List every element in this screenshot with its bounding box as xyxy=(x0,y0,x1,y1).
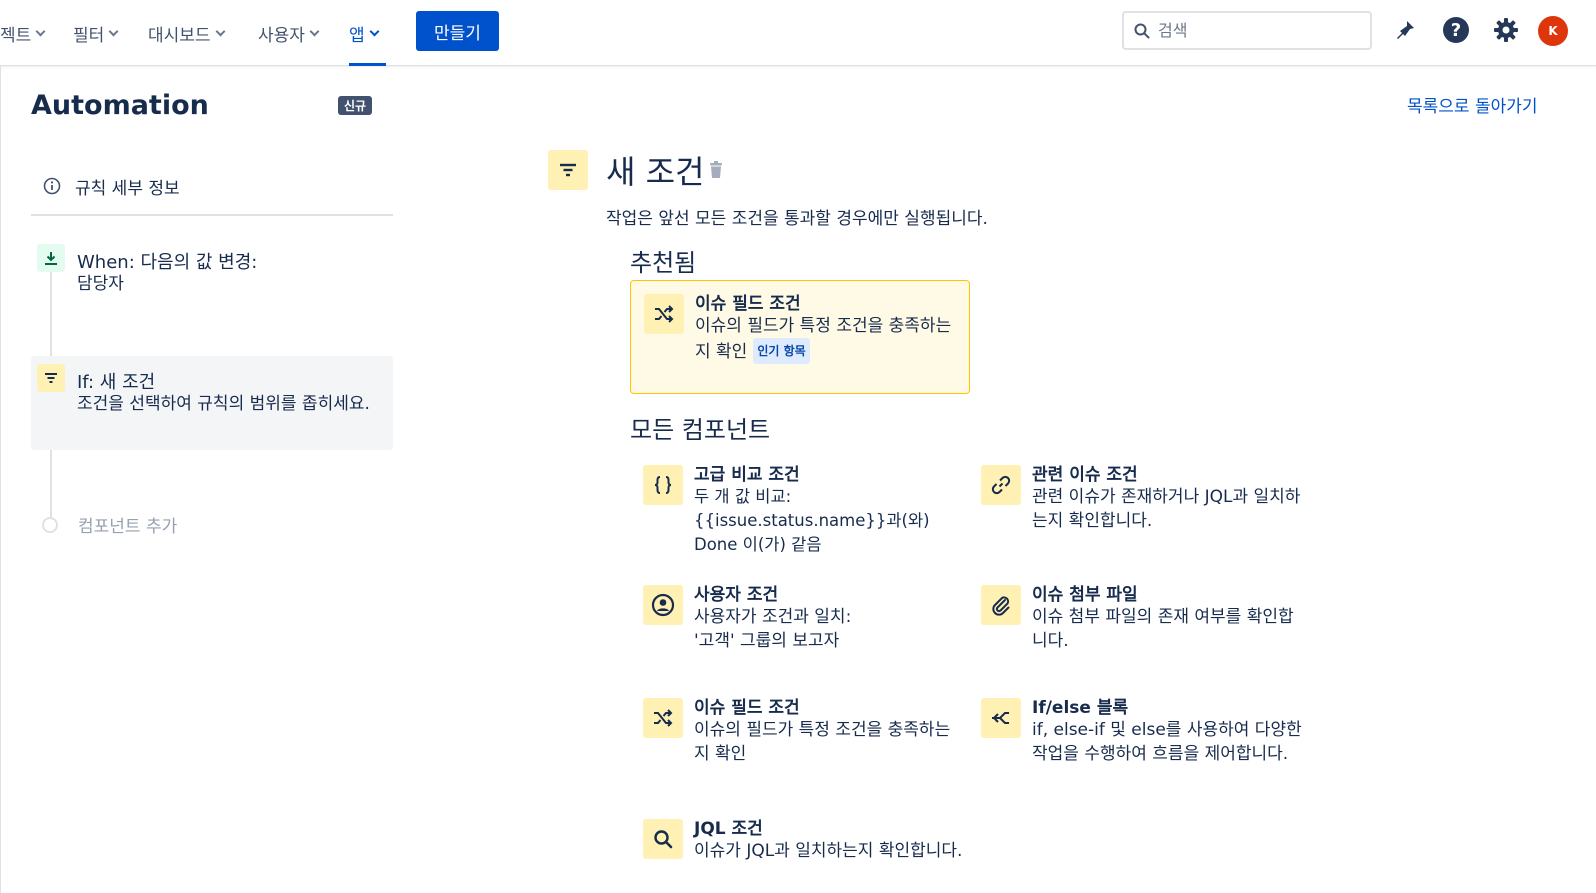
search-icon xyxy=(643,819,683,859)
card-title: 이슈 첨부 파일 xyxy=(1032,585,1138,605)
avatar[interactable]: K xyxy=(1538,16,1568,46)
card-title: 이슈 필드 조건 xyxy=(694,698,800,718)
back-to-list-link[interactable]: 목록으로 돌아가기 xyxy=(1407,92,1538,117)
rule-details-label: 규칙 세부 정보 xyxy=(75,178,180,199)
trigger-step[interactable]: When: 다음의 값 변경: 담당자 xyxy=(31,236,393,326)
nav-apps-label: 앱 xyxy=(349,25,365,46)
nav-apps[interactable]: 앱 xyxy=(349,0,386,66)
info-icon xyxy=(43,177,61,195)
nav-projects-label: 젝트 xyxy=(0,25,32,46)
search-icon xyxy=(1134,23,1150,38)
condition-description: 작업은 앞선 모든 조건을 통과할 경우에만 실행됩니다. xyxy=(606,209,988,229)
trigger-step-sub: 담당자 xyxy=(77,274,124,294)
component-if-else-block[interactable]: If/else 블록 if, else-if 및 else를 사용하여 다양한 … xyxy=(968,685,1308,790)
all-components-heading: 모든 컴포넌트 xyxy=(630,416,771,444)
shuffle-icon xyxy=(644,294,684,334)
component-issue-field-condition[interactable]: 이슈 필드 조건 이슈의 필드가 특정 조건을 충족하는지 확인 xyxy=(630,685,970,765)
top-navigation: 젝트 필터 대시보드 사용자 앱 만들기 ? K xyxy=(0,0,1596,66)
svg-text:?: ? xyxy=(1451,20,1461,41)
chevron-down-icon xyxy=(108,26,119,36)
component-jql-condition[interactable]: JQL 조건 이슈가 JQL과 일치하는지 확인합니다. xyxy=(630,806,970,886)
nav-people-label: 사용자 xyxy=(258,25,305,46)
component-issue-attachments[interactable]: 이슈 첨부 파일 이슈 첨부 파일의 존재 여부를 확인합니다. xyxy=(968,572,1308,652)
component-user-condition[interactable]: 사용자 조건 사용자가 조건과 일치: '고객' 그룹의 보고자 xyxy=(630,572,970,652)
card-description: 이슈가 JQL과 일치하는지 확인합니다. xyxy=(694,841,963,861)
card-description-text: 이슈의 필드가 특정 조건을 충족하는지 확인 xyxy=(695,316,952,362)
condition-step-sub: 조건을 선택하여 규칙의 범위를 좁히세요. xyxy=(77,394,370,414)
nav-dashboards[interactable]: 대시보드 xyxy=(148,0,226,66)
component-related-issues[interactable]: 관련 이슈 조건 관련 이슈가 존재하거나 JQL과 일치하는지 확인합니다. xyxy=(968,452,1308,532)
search-box[interactable] xyxy=(1122,11,1372,50)
card-title: If/else 블록 xyxy=(1032,698,1129,718)
recommended-heading: 추천됨 xyxy=(630,249,697,277)
branch-icon xyxy=(981,698,1021,738)
popular-badge: 인기 항목 xyxy=(753,338,810,364)
page-edge xyxy=(0,66,1,893)
recommended-card-issue-field-condition[interactable]: 이슈 필드 조건 이슈의 필드가 특정 조건을 충족하는지 확인 인기 항목 xyxy=(630,280,970,394)
divider xyxy=(31,214,393,216)
braces-icon xyxy=(643,465,683,505)
page-title: Automation xyxy=(31,90,209,121)
rule-details-link[interactable]: 규칙 세부 정보 xyxy=(31,160,393,212)
paperclip-icon xyxy=(981,585,1021,625)
condition-step[interactable]: If: 새 조건 조건을 선택하여 규칙의 범위를 좁히세요. xyxy=(31,356,393,450)
component-advanced-compare[interactable]: 고급 비교 조건 두 개 값 비교: {{issue.status.name}}… xyxy=(630,452,970,560)
filter-icon xyxy=(548,150,588,190)
condition-step-title: If: 새 조건 xyxy=(77,372,156,393)
chevron-down-icon xyxy=(35,26,46,36)
card-description: 관련 이슈가 존재하거나 JQL과 일치하는지 확인합니다. xyxy=(1032,487,1301,531)
card-title: 사용자 조건 xyxy=(694,585,779,605)
chevron-down-icon xyxy=(215,26,226,36)
card-title: 관련 이슈 조건 xyxy=(1032,465,1138,485)
add-component-label: 컴포넌트 추가 xyxy=(78,517,178,537)
shuffle-icon xyxy=(643,698,683,738)
card-description: 사용자가 조건과 일치: '고객' 그룹의 보고자 xyxy=(694,607,852,651)
condition-title: 새 조건 xyxy=(606,153,705,191)
add-component-button[interactable]: 컴포넌트 추가 xyxy=(42,512,177,537)
nav-filters-label: 필터 xyxy=(73,25,105,46)
card-title: JQL 조건 xyxy=(694,819,763,839)
chevron-down-icon xyxy=(369,26,380,36)
search-input[interactable] xyxy=(1158,21,1348,40)
new-badge: 신규 xyxy=(338,96,373,115)
trigger-icon xyxy=(37,244,65,272)
card-description: 이슈의 필드가 특정 조건을 충족하는지 확인 인기 항목 xyxy=(695,314,965,364)
timeline-dot xyxy=(42,516,58,533)
nav-people[interactable]: 사용자 xyxy=(258,0,320,66)
card-title: 고급 비교 조건 xyxy=(694,465,800,485)
card-description: 이슈 첨부 파일의 존재 여부를 확인합니다. xyxy=(1032,607,1294,651)
card-description: if, else-if 및 else를 사용하여 다양한 작업을 수행하여 흐름… xyxy=(1032,720,1302,764)
chevron-down-icon xyxy=(309,26,320,36)
notifications-icon[interactable] xyxy=(1389,14,1421,46)
nav-dashboards-label: 대시보드 xyxy=(148,25,211,46)
card-title: 이슈 필드 조건 xyxy=(695,294,801,314)
link-icon xyxy=(981,465,1021,505)
trash-icon[interactable] xyxy=(709,161,723,183)
help-icon[interactable]: ? xyxy=(1440,14,1472,46)
create-button[interactable]: 만들기 xyxy=(416,11,499,51)
user-circle-icon xyxy=(643,585,683,625)
nav-projects[interactable]: 젝트 xyxy=(0,0,46,66)
card-description: 이슈의 필드가 특정 조건을 충족하는지 확인 xyxy=(694,720,951,764)
filter-icon xyxy=(37,364,65,392)
nav-filters[interactable]: 필터 xyxy=(73,0,119,66)
card-description: 두 개 값 비교: {{issue.status.name}}과(와) Done… xyxy=(694,487,930,554)
trigger-step-title: When: 다음의 값 변경: xyxy=(77,252,258,273)
settings-gear-icon[interactable] xyxy=(1490,14,1522,46)
